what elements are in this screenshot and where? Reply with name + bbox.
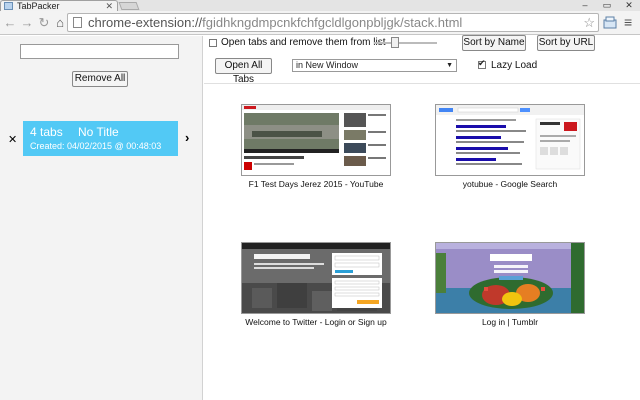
delete-session-icon[interactable]: ✕ <box>8 133 17 146</box>
twitter-thumbnail-icon <box>242 243 390 313</box>
back-icon[interactable]: ← <box>3 15 17 30</box>
slider-handle[interactable] <box>391 37 399 48</box>
reload-icon[interactable]: ↻ <box>37 15 51 30</box>
divider <box>204 83 640 84</box>
sort-by-name-button[interactable]: Sort by Name <box>462 35 526 51</box>
page-icon <box>73 17 82 28</box>
tab-thumbnail-tumblr[interactable] <box>435 242 585 314</box>
tabpacker-extension-icon[interactable] <box>603 16 617 29</box>
google-thumbnail-icon <box>436 105 584 175</box>
tab-caption[interactable]: Log in | Tumblr <box>410 317 610 327</box>
thumbnail-size-slider[interactable] <box>374 42 437 44</box>
browser-tab[interactable]: TabPacker ✕ <box>0 0 118 11</box>
address-bar[interactable]: chrome-extension://fgidhkngdmpcnkfchfgcl… <box>67 13 599 32</box>
tab-thumbnail-youtube[interactable] <box>241 104 391 176</box>
tab-close-icon[interactable]: ✕ <box>105 1 113 11</box>
session-title: No Title <box>78 125 119 139</box>
forward-icon[interactable]: → <box>20 15 34 30</box>
tab-thumbnail-twitter[interactable] <box>241 242 391 314</box>
open-all-tabs-button[interactable]: Open All Tabs <box>215 58 272 85</box>
open-remove-label: Open tabs and remove them from list <box>221 37 386 48</box>
browser-toolbar: ← → ↻ ⌂ chrome-extension://fgidhkngdmpcn… <box>0 11 640 35</box>
tab-caption[interactable]: Welcome to Twitter - Login or Sign up <box>216 317 416 327</box>
lazy-load-checkbox[interactable] <box>478 58 486 69</box>
tumblr-thumbnail-icon <box>436 243 584 313</box>
title-bar: TabPacker ✕ – ▭ ✕ <box>0 0 640 11</box>
search-input[interactable] <box>20 44 179 59</box>
window-controls: – ▭ ✕ <box>574 0 640 11</box>
tab-caption[interactable]: F1 Test Days Jerez 2015 - YouTube <box>216 179 416 189</box>
tab-caption[interactable]: yotubue - Google Search <box>410 179 610 189</box>
maximize-icon[interactable]: ▭ <box>596 0 618 11</box>
dropdown-caret-icon: ▼ <box>446 62 453 69</box>
sidebar: Remove All ✕ 4 tabs No Title Created: 04… <box>0 36 203 400</box>
home-icon[interactable]: ⌂ <box>53 15 67 30</box>
url-host: chrome-extension:// <box>88 15 203 30</box>
open-target-select[interactable]: in New Window ▼ <box>292 59 457 72</box>
close-window-icon[interactable]: ✕ <box>618 0 640 11</box>
open-session-arrow-icon[interactable]: › <box>185 130 189 145</box>
chrome-menu-icon[interactable]: ≡ <box>624 14 632 30</box>
remove-all-button[interactable]: Remove All <box>72 71 128 87</box>
session-card[interactable]: 4 tabs No Title Created: 04/02/2015 @ 00… <box>23 121 178 156</box>
tab-thumbnail-google[interactable] <box>435 104 585 176</box>
url-path: fgidhkngdmpcnkfchfgcldlgonpbljgk/stack.h… <box>202 15 463 30</box>
browser-tab-title: TabPacker <box>17 1 60 11</box>
session-created: Created: 04/02/2015 @ 00:48:03 <box>30 141 162 151</box>
open-target-value: in New Window <box>296 60 359 70</box>
minimize-icon[interactable]: – <box>574 0 596 11</box>
tabpacker-favicon-icon <box>4 2 13 10</box>
new-tab-button[interactable] <box>118 2 140 10</box>
session-tab-count: 4 tabs <box>30 125 63 139</box>
open-remove-checkbox[interactable] <box>209 39 217 47</box>
lazy-load-label: Lazy Load <box>491 60 538 71</box>
youtube-thumbnail-icon <box>242 105 390 175</box>
bookmark-star-icon[interactable]: ☆ <box>583 14 595 31</box>
sort-by-url-button[interactable]: Sort by URL <box>537 35 595 51</box>
